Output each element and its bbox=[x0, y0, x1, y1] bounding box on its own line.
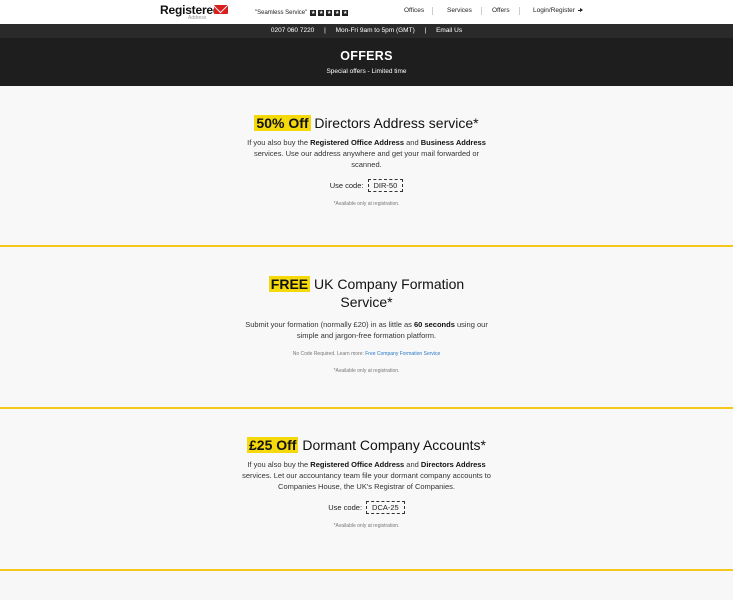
offer-title: £25 Off Dormant Company Accounts* bbox=[0, 436, 733, 454]
offer-text: services. Use our address anywhere and g… bbox=[253, 149, 480, 169]
nav-offers[interactable]: Offers bbox=[492, 7, 510, 14]
star-icon: ★ bbox=[326, 9, 333, 16]
contact-bar: 0207 060 7220 | Mon-Fri 9am to 5pm (GMT)… bbox=[0, 24, 733, 38]
star-icon: ★ bbox=[310, 9, 317, 16]
page-subtitle: Special offers - Limited time bbox=[326, 68, 407, 75]
email-link[interactable]: Email Us bbox=[436, 27, 462, 34]
star-icon: ★ bbox=[318, 9, 325, 16]
offer-bold-text: Directors Address bbox=[420, 460, 486, 469]
offer-bold-text: Registered Office Address bbox=[310, 138, 405, 147]
promo-code-label: Use code: bbox=[328, 503, 363, 512]
offer-text: services. Let our accountancy team file … bbox=[242, 471, 491, 491]
nav-divider bbox=[519, 7, 520, 15]
star-icon: ★ bbox=[334, 9, 341, 16]
offer-description: Submit your formation (normally £20) in … bbox=[242, 319, 492, 341]
nav-offices[interactable]: Offices bbox=[404, 7, 424, 14]
nav-divider bbox=[481, 7, 482, 15]
offer-footnote: *Available only at registration. bbox=[333, 201, 400, 207]
free-formation-link[interactable]: Free Company Formation Service bbox=[365, 351, 440, 357]
promo-code-label: Use code: bbox=[329, 181, 364, 190]
offer-text: If you also buy the bbox=[247, 138, 311, 147]
promo-code-row: Use code: DCA-25 bbox=[0, 501, 733, 514]
promo-code[interactable]: DCA-25 bbox=[366, 501, 405, 514]
review-quote: "Seamless Service" bbox=[255, 9, 308, 16]
promo-code[interactable]: DIR-50 bbox=[367, 179, 404, 192]
offer-title-text: Dormant Company Accounts* bbox=[298, 437, 486, 453]
offer-bold-text: Registered Office Address bbox=[310, 460, 405, 469]
offer-highlight: £25 Off bbox=[247, 437, 299, 453]
offer-company-formation: FREE UK Company Formation Service* Submi… bbox=[0, 247, 733, 409]
offer-text: and bbox=[404, 460, 421, 469]
phone-number[interactable]: 0207 060 7220 bbox=[271, 27, 314, 34]
envelope-icon bbox=[214, 5, 228, 14]
offer-bold-text: 60 seconds bbox=[414, 320, 455, 329]
offer-title-text: Directors Address service* bbox=[310, 115, 479, 131]
top-navigation: Registered Address "Seamless Service" ★ … bbox=[0, 0, 733, 24]
nav-divider bbox=[432, 7, 433, 15]
offer-title-text: UK Company Formation Service* bbox=[310, 276, 465, 310]
contact-separator: | bbox=[424, 27, 427, 34]
offer-dormant-accounts: £25 Off Dormant Company Accounts* If you… bbox=[0, 409, 733, 571]
login-icon bbox=[577, 7, 584, 13]
nav-login-label: Login/Register bbox=[533, 7, 575, 14]
offer-footnote: *Available only at registration. bbox=[333, 523, 400, 529]
promo-code-row: Use code: DIR-50 bbox=[0, 179, 733, 192]
offer-highlight: 50% Off bbox=[254, 115, 311, 131]
offer-text: and bbox=[404, 138, 421, 147]
review-badge[interactable]: "Seamless Service" ★ ★ ★ ★ ★ bbox=[255, 8, 349, 17]
offer-description: If you also buy the Registered Office Ad… bbox=[244, 137, 489, 170]
opening-hours: Mon-Fri 9am to 5pm (GMT) bbox=[335, 27, 415, 34]
offer-highlight: FREE bbox=[268, 276, 311, 292]
offer-directors-address: 50% Off Directors Address service* If yo… bbox=[0, 86, 733, 247]
offer-text: If you also buy the bbox=[247, 460, 311, 469]
nav-login[interactable]: Login/Register bbox=[533, 7, 584, 14]
offer-text: Submit your formation (normally £20) in … bbox=[245, 320, 415, 329]
page-title: OFFERS bbox=[340, 49, 393, 63]
offer-title: FREE UK Company Formation Service* bbox=[257, 275, 477, 311]
contact-separator: | bbox=[324, 27, 326, 34]
offer-title: 50% Off Directors Address service* bbox=[0, 114, 733, 132]
hero-banner: OFFERS Special offers - Limited time bbox=[0, 38, 733, 86]
offer-footnote: *Available only at registration. bbox=[333, 368, 400, 374]
offer-note: No Code Required. Learn more: Free Compa… bbox=[0, 351, 733, 357]
logo-subtext: Address bbox=[188, 15, 207, 21]
offer-bold-text: Business Address bbox=[420, 138, 486, 147]
offer-note-text: No Code Required. Learn more: bbox=[292, 351, 366, 357]
star-icon: ★ bbox=[342, 9, 349, 16]
nav-services[interactable]: Services bbox=[447, 7, 472, 14]
offer-description: If you also buy the Registered Office Ad… bbox=[242, 459, 492, 492]
